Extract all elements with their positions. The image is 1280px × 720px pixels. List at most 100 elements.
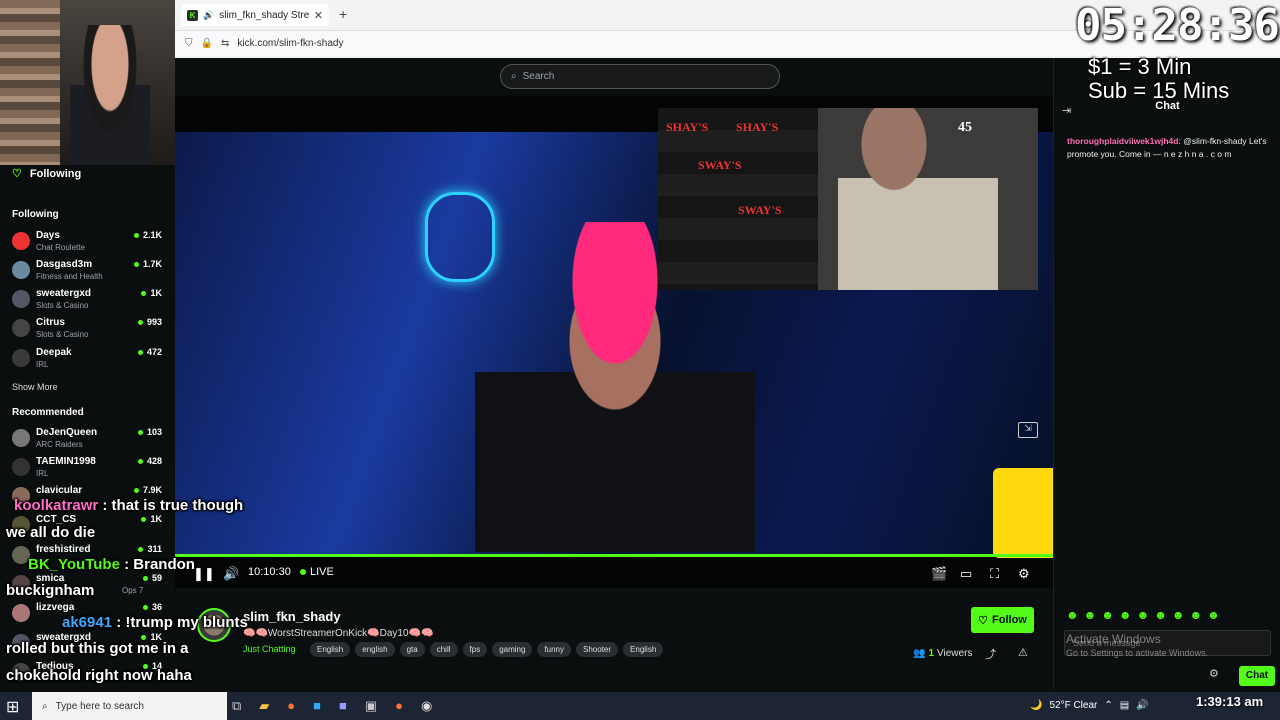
tag[interactable]: gta bbox=[399, 642, 425, 657]
follow-button[interactable]: ♡ Follow bbox=[971, 607, 1034, 633]
pause-icon[interactable]: ❚❚ bbox=[193, 566, 215, 582]
pip-backdrop bbox=[658, 108, 818, 290]
theater-mode-icon[interactable]: ▭ bbox=[960, 566, 972, 582]
windows-start-icon[interactable]: ⊞ bbox=[6, 697, 19, 717]
viewer-count: 👥 1 Viewers bbox=[913, 648, 972, 659]
sidebar-channel[interactable]: DeJenQueen ARC Raiders 103 bbox=[12, 425, 162, 453]
viewer-count: 1.7K bbox=[133, 259, 162, 269]
live-label: LIVE bbox=[310, 566, 334, 578]
tag-list: English english gta chill fps gaming fun… bbox=[310, 642, 664, 657]
stream-title: 🧠🧠WorstStreamerOnKick🧠Day10🧠🧠 bbox=[243, 628, 434, 639]
tray-overflow-icon[interactable]: ⌃ bbox=[1104, 700, 1112, 711]
premiere-icon[interactable]: ■ bbox=[339, 698, 347, 714]
sidebar-channel[interactable]: Days Chat Roulette 2.1K bbox=[12, 228, 162, 256]
chat-settings-icon[interactable]: ⚙ bbox=[1209, 667, 1219, 680]
tag[interactable]: Shooter bbox=[576, 642, 619, 657]
sidebar-channel[interactable]: Deepak IRL 472 bbox=[12, 345, 162, 373]
tag[interactable]: chill bbox=[429, 642, 458, 657]
avatar bbox=[12, 232, 30, 250]
viewer-count: 103 bbox=[137, 427, 162, 437]
viewers-label: Viewers bbox=[937, 648, 973, 659]
photoshop-icon[interactable]: ■ bbox=[313, 698, 321, 714]
sidebar-channel[interactable]: sweatergxd Slots & Casino 1K bbox=[12, 286, 162, 314]
streamer-username[interactable]: slim_fkn_shady bbox=[243, 609, 341, 624]
obs-icon[interactable]: ◉ bbox=[421, 698, 432, 714]
chat-send-button[interactable]: Chat bbox=[1239, 666, 1275, 686]
activate-windows-subtitle: Go to Settings to activate Windows. bbox=[1066, 648, 1209, 658]
emote-icon[interactable]: ☻ bbox=[1137, 608, 1150, 622]
emote-icon[interactable]: ☻ bbox=[1172, 608, 1185, 622]
network-icon[interactable]: ▤ bbox=[1120, 700, 1129, 711]
picture-in-picture-clip: SHAY'S SHAY'S SWAY'S SWAY'S 45 bbox=[658, 108, 1038, 290]
app-icon[interactable]: ▣ bbox=[365, 698, 377, 714]
tag[interactable]: English bbox=[623, 642, 664, 657]
tab-close-icon[interactable]: ✕ bbox=[314, 9, 323, 22]
emote-icon[interactable]: ☻ bbox=[1066, 608, 1079, 622]
channel-name: Days bbox=[36, 230, 60, 241]
channel-name: sweatergxd bbox=[36, 288, 92, 299]
tag[interactable]: gaming bbox=[492, 642, 533, 657]
pip-toggle-icon[interactable]: ⇲ bbox=[1018, 422, 1038, 438]
pip-logo-text: SWAY'S bbox=[738, 203, 782, 217]
viewers-icon: 👥 bbox=[913, 648, 926, 659]
avatar bbox=[12, 429, 30, 447]
follow-label: Follow bbox=[992, 614, 1027, 626]
progress-bar[interactable] bbox=[175, 554, 1053, 557]
tag[interactable]: fps bbox=[462, 642, 488, 657]
settings-gear-icon[interactable]: ⚙ bbox=[1018, 566, 1030, 582]
emote-icon[interactable]: ☻ bbox=[1189, 608, 1202, 622]
report-icon[interactable]: ⚠ bbox=[1018, 646, 1028, 662]
overlay-clock: 1:39:13 am bbox=[1196, 694, 1264, 709]
clip-icon[interactable]: 🎬 bbox=[931, 566, 947, 582]
browser-tab[interactable]: K 🔊 slim_fkn_shady Stream - W ✕ bbox=[181, 4, 329, 26]
channel-category: IRL bbox=[36, 469, 49, 478]
heart-icon: ♡ bbox=[978, 614, 989, 627]
chat-message-user[interactable]: thoroughplaidviiwek1wjh4d bbox=[1067, 136, 1178, 146]
channel-category: Chat Roulette bbox=[36, 243, 85, 252]
chat-panel: ⇥ Chat thoroughplaidviiwek1wjh4d: @slim-… bbox=[1053, 58, 1280, 690]
subathon-rates: $1 = 3 Min Sub = 15 Mins bbox=[1088, 55, 1229, 103]
kick-favicon-icon: K bbox=[187, 9, 198, 21]
volume-icon[interactable]: 🔊 bbox=[223, 566, 239, 582]
firefox-icon[interactable]: ● bbox=[287, 698, 295, 714]
emote-icon[interactable]: ☻ bbox=[1154, 608, 1167, 622]
search-input[interactable]: ⌕ Search bbox=[500, 64, 780, 89]
system-tray: 🌙 52°F Clear ⌃ ▤ 🔊 bbox=[1030, 700, 1149, 711]
rate-line: $1 = 3 Min bbox=[1088, 54, 1192, 79]
fullscreen-icon[interactable]: ⛶ bbox=[990, 566, 999, 582]
volume-tray-icon[interactable]: 🔊 bbox=[1136, 700, 1148, 711]
avatar bbox=[12, 349, 30, 367]
taskbar-search-input[interactable]: ⌕ Type here to search bbox=[32, 692, 227, 720]
following-nav-item[interactable]: ♡ Following bbox=[12, 167, 82, 181]
share-icon[interactable]: ⤴ bbox=[985, 646, 996, 662]
stream-category[interactable]: Just Chatting bbox=[243, 644, 296, 654]
webcam-shelf bbox=[0, 0, 60, 165]
firefox-active-icon[interactable]: ● bbox=[395, 698, 403, 714]
sidebar-channel[interactable]: Dasgasd3m Fitness and Health 1.7K bbox=[12, 257, 162, 285]
sidebar-channel[interactable]: TAEMIN1998 IRL 428 bbox=[12, 454, 162, 482]
sidebar-channel[interactable]: Citrus Slots & Casino 993 bbox=[12, 315, 162, 343]
emote-icon[interactable]: ☻ bbox=[1101, 608, 1114, 622]
emote-icon[interactable]: ☻ bbox=[1207, 608, 1220, 622]
file-explorer-icon[interactable]: ▰ bbox=[259, 698, 269, 714]
new-tab-button[interactable]: + bbox=[339, 6, 347, 22]
tag[interactable]: funny bbox=[537, 642, 572, 657]
emote-icon[interactable]: ☻ bbox=[1119, 608, 1132, 622]
channel-category: Slots & Casino bbox=[36, 301, 89, 310]
stream-time: 10:10:30 bbox=[248, 566, 291, 578]
subathon-timer: 05:28:36 bbox=[1075, 0, 1280, 51]
tag[interactable]: English bbox=[310, 642, 351, 657]
show-more-link[interactable]: Show More bbox=[12, 382, 58, 392]
viewer-count: 2.1K bbox=[133, 230, 162, 240]
tag[interactable]: english bbox=[355, 642, 395, 657]
task-view-icon[interactable]: ⧉ bbox=[232, 698, 241, 714]
channel-name: freshistired bbox=[36, 544, 91, 555]
overlay-chat-line: koolkatrawr : that is true though bbox=[14, 497, 244, 514]
following-nav-label: Following bbox=[29, 167, 82, 180]
channel-category: IRL bbox=[36, 360, 49, 369]
tab-title: slim_fkn_shady Stream - W bbox=[219, 9, 309, 21]
video-player[interactable]: SHAY'S SHAY'S SWAY'S SWAY'S 45 ⇲ ❚❚ 🔊 10… bbox=[175, 96, 1053, 588]
overlay-chat-line: BK_YouTube : Brandon bbox=[28, 556, 195, 573]
pip-guest-image bbox=[838, 108, 998, 290]
emote-icon[interactable]: ☻ bbox=[1084, 608, 1097, 622]
